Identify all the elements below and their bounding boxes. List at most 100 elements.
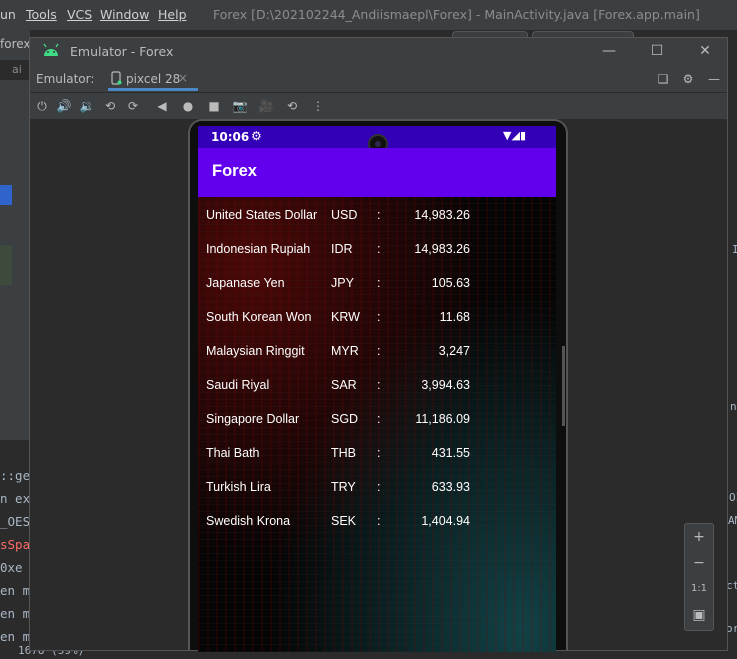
device-screen[interactable]: 10:06 ⚙ ▼◢▮ Forex United States Dollar U…	[198, 126, 556, 652]
rotate-right-icon[interactable]: ⟳	[125, 98, 141, 114]
camera-lens	[375, 141, 381, 147]
currency-name: United States Dollar	[206, 208, 318, 222]
snapshot-icon[interactable]: ⟲	[284, 98, 300, 114]
separator: :	[377, 344, 381, 358]
device-icon	[111, 71, 122, 88]
separator: :	[377, 242, 381, 256]
menu-tools[interactable]: Tools	[26, 7, 57, 22]
rate-value: 105.63	[431, 276, 470, 290]
maximize-icon[interactable]: ☐	[647, 42, 667, 60]
screen-record-icon[interactable]: 🎥	[258, 98, 274, 114]
currency-name: Malaysian Ringgit	[206, 344, 305, 358]
rate-row: Malaysian Ringgit MYR : 3,247	[198, 344, 556, 378]
app-bar: Forex	[198, 148, 556, 197]
close-icon[interactable]: ✕	[695, 42, 715, 60]
currency-code: USD	[331, 208, 358, 222]
currency-name: Turkish Lira	[206, 480, 271, 494]
back-icon[interactable]: ◀	[154, 98, 170, 114]
currency-code: SAR	[331, 378, 357, 392]
emulator-titlebar: Emulator - Forex — ☐ ✕	[30, 38, 727, 64]
volume-down-icon[interactable]: 🔉	[79, 98, 95, 114]
currency-code: MYR	[331, 344, 359, 358]
menu-vcs[interactable]: VCS	[67, 7, 92, 22]
zoom-fit-icon[interactable]: ▣	[685, 602, 713, 628]
rate-row: Singapore Dollar SGD : 11,186.09	[198, 412, 556, 446]
code-fragment: AM	[728, 514, 737, 527]
rate-row: United States Dollar USD : 14,983.26	[198, 208, 556, 242]
emulator-window: Emulator - Forex — ☐ ✕ Emulator: pixcel …	[29, 37, 728, 652]
window-mode-icon[interactable]: ❏	[655, 71, 671, 87]
separator: :	[377, 208, 381, 222]
power-icon[interactable]: ⏻	[34, 98, 50, 114]
status-icons: ▼◢▮	[503, 129, 526, 142]
ide-tab-strip: ai	[0, 60, 30, 80]
ide-window-title: Forex [D:\202102244_Andiismaepl\Forex] -…	[213, 7, 700, 22]
app-title: Forex	[212, 162, 257, 180]
currency-code: THB	[331, 446, 356, 460]
console-line: ::ge	[0, 468, 31, 483]
currency-code: KRW	[331, 310, 360, 324]
currency-name: Saudi Riyal	[206, 378, 270, 392]
currency-name: Thai Bath	[206, 446, 260, 460]
rate-value: 11.68	[439, 310, 470, 324]
console-line: en m	[0, 583, 31, 598]
side-button[interactable]	[562, 346, 565, 426]
rate-value: 3,994.63	[421, 378, 470, 392]
rate-row: Turkish Lira TRY : 633.93	[198, 480, 556, 514]
currency-code: JPY	[331, 276, 354, 290]
separator: :	[377, 378, 381, 392]
hide-panel-icon[interactable]: —	[706, 71, 722, 87]
menu-help[interactable]: Help	[158, 7, 187, 22]
rate-value: 14,983.26	[414, 242, 470, 256]
console-line: _OES	[0, 514, 31, 529]
code-fragment: nbl	[730, 400, 737, 413]
minimize-icon[interactable]: —	[599, 42, 619, 60]
ide-project-panel: forex ai	[0, 30, 31, 450]
zoom-actual-size-button[interactable]: 1:1	[685, 576, 713, 602]
project-tab[interactable]: forex	[0, 37, 31, 51]
editor-tab-stub[interactable]: ai	[12, 63, 22, 76]
zoom-out-button[interactable]: −	[685, 550, 713, 576]
code-fragment: OI	[729, 491, 737, 504]
gear-icon[interactable]: ⚙	[680, 71, 696, 87]
home-icon[interactable]: ●	[180, 98, 196, 114]
more-icon[interactable]: ⋮	[310, 98, 326, 114]
separator: :	[377, 276, 381, 290]
signal-icon: ◢	[511, 129, 520, 142]
overview-icon[interactable]: ■	[206, 98, 222, 114]
volume-up-icon[interactable]: 🔊	[56, 98, 72, 114]
emulator-label: Emulator:	[36, 72, 95, 86]
ide-run-console: ::ge n ex _OES sSpa 0xe en m en m en m	[0, 440, 30, 659]
separator: :	[377, 480, 381, 494]
tab-pixcel-28[interactable]: pixcel 28 ×	[108, 66, 198, 91]
selected-file-highlight	[0, 185, 12, 205]
separator: :	[377, 310, 381, 324]
rate-value: 633.93	[431, 480, 470, 494]
menu-run[interactable]: un	[0, 7, 16, 22]
rate-row: Thai Bath THB : 431.55	[198, 446, 556, 480]
currency-code: TRY	[331, 480, 356, 494]
tab-label: pixcel 28	[126, 72, 181, 86]
tab-close-icon[interactable]: ×	[178, 71, 188, 85]
menu-window[interactable]: Window	[100, 7, 149, 22]
rate-row: Japanase Yen JPY : 105.63	[198, 276, 556, 310]
zoom-in-button[interactable]: +	[685, 524, 713, 550]
currency-code: SGD	[331, 412, 359, 426]
zoom-controls: + − 1:1 ▣	[684, 523, 714, 631]
rate-value: 11,186.09	[415, 412, 470, 426]
rate-value: 1,404.94	[421, 514, 470, 528]
currency-name: Indonesian Rupiah	[206, 242, 311, 256]
device-frame: 10:06 ⚙ ▼◢▮ Forex United States Dollar U…	[188, 119, 568, 652]
rotate-left-icon[interactable]: ⟲	[102, 98, 118, 114]
separator: :	[377, 446, 381, 460]
status-time: 10:06	[211, 130, 250, 144]
currency-name: South Korean Won	[206, 310, 312, 324]
currency-name: Japanase Yen	[206, 276, 285, 290]
separator: :	[377, 514, 381, 528]
screenshot-icon[interactable]: 📷	[232, 98, 248, 114]
currency-code: IDR	[331, 242, 353, 256]
console-line: 0xe	[0, 560, 23, 575]
rate-value: 3,247	[438, 344, 470, 358]
menu-window-label: Window	[100, 7, 150, 22]
rate-row: South Korean Won KRW : 11.68	[198, 310, 556, 344]
